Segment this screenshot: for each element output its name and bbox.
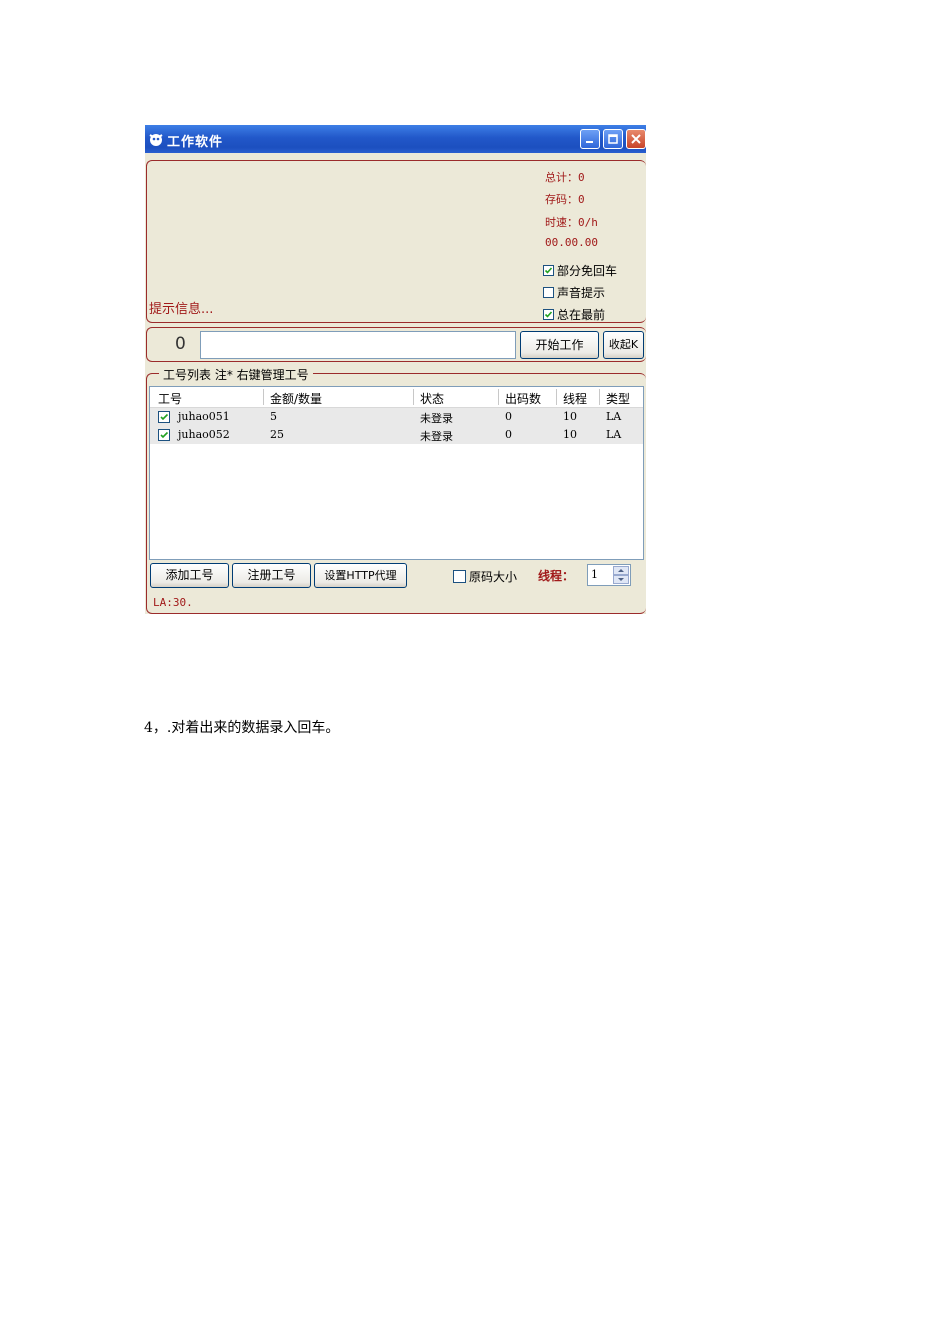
cell-codes: 0 [505,428,512,441]
cell-id: juhao051 [178,410,230,423]
checkbox[interactable] [543,309,554,320]
row-checkbox[interactable] [158,429,170,441]
column-divider[interactable] [498,389,499,405]
option-sound-alert[interactable]: 声音提示 [543,284,605,301]
option-label: 原码大小 [469,570,518,584]
register-account-button[interactable]: 注册工号 [232,563,311,588]
column-divider[interactable] [556,389,557,405]
stat-timer: 00.00.00 [545,236,598,249]
checkmark-icon [544,311,553,318]
minimize-icon [586,141,593,143]
stat-total: 总计：0 [545,171,585,184]
spinner-arrows-icon[interactable] [613,566,629,584]
column-divider[interactable] [263,389,264,405]
stat-stored: 存码：0 [545,193,585,206]
code-input[interactable] [200,331,516,359]
option-always-on-top[interactable]: 总在最前 [543,306,605,323]
column-header[interactable]: 金额/数量 [270,390,322,407]
checkbox[interactable] [453,570,466,583]
app-icon [148,131,164,147]
code-count: 0 [175,334,186,354]
instruction-step-text: 4，.对着出来的数据录入回车。 [144,720,340,736]
close-icon [631,134,641,144]
start-work-button[interactable]: 开始工作 [520,331,599,359]
column-divider[interactable] [413,389,414,405]
column-header[interactable]: 状态 [420,390,444,407]
cell-status: 未登录 [420,412,453,425]
threads-spinner[interactable]: 1 [587,564,631,586]
original-size-option[interactable]: 原码大小 [453,568,517,585]
account-list-group: 工号列表 注* 右键管理工号 工号 金额/数量 状态 出码数 线程 类型 juh… [146,366,646,614]
option-label: 部分免回车 [557,264,618,278]
list-header: 工号 金额/数量 状态 出码数 线程 类型 [150,387,643,408]
cell-type: LA [606,410,622,423]
title-bar[interactable]: 工作软件 [145,125,646,153]
cell-amount: 25 [270,428,284,441]
minimize-button[interactable] [580,129,600,149]
checkmark-icon [160,413,169,421]
column-header[interactable]: 线程 [563,390,587,407]
cell-threads: 10 [563,410,577,423]
hint-message: 提示信息... [149,302,214,317]
close-button[interactable] [626,129,646,149]
stat-speed: 时速：0/h [545,216,598,229]
account-listview[interactable]: 工号 金额/数量 状态 出码数 线程 类型 juhao051 5 未登录 0 1… [149,386,644,560]
option-partial-no-enter[interactable]: 部分免回车 [543,262,617,279]
threads-value[interactable]: 1 [591,568,598,581]
status-text: LA:30. [153,596,193,609]
table-row[interactable]: juhao051 5 未登录 0 10 LA [150,408,643,426]
cell-status: 未登录 [420,430,453,443]
checkmark-icon [544,267,553,274]
threads-label: 线程： [538,569,575,583]
add-account-button[interactable]: 添加工号 [150,563,229,588]
cell-amount: 5 [270,410,277,423]
cell-type: LA [606,428,622,441]
column-header[interactable]: 出码数 [505,390,541,407]
table-row[interactable]: juhao052 25 未登录 0 10 LA [150,426,643,444]
app-window: 工作软件 总计：0 存码：0 时速：0/h 00.00.00 部分免回车 声音提… [145,125,646,614]
checkbox[interactable] [543,287,554,298]
window-title: 工作软件 [167,135,224,150]
column-header[interactable]: 工号 [158,390,182,407]
input-panel: 0 开始工作 收起K [146,327,646,362]
maximize-button[interactable] [603,129,623,149]
checkbox[interactable] [543,265,554,276]
option-label: 总在最前 [557,308,606,322]
cell-id: juhao052 [178,428,230,441]
group-title: 工号列表 注* 右键管理工号 [159,366,313,383]
checkmark-icon [160,431,169,439]
row-checkbox[interactable] [158,411,170,423]
info-panel: 总计：0 存码：0 时速：0/h 00.00.00 部分免回车 声音提示 总在最… [146,160,646,323]
column-header[interactable]: 类型 [606,390,630,407]
cell-codes: 0 [505,410,512,423]
option-label: 声音提示 [557,286,606,300]
cell-threads: 10 [563,428,577,441]
column-divider[interactable] [599,389,600,405]
collapse-button[interactable]: 收起K [603,331,644,359]
http-proxy-button[interactable]: 设置HTTP代理 [314,563,407,588]
maximize-icon [608,134,618,144]
